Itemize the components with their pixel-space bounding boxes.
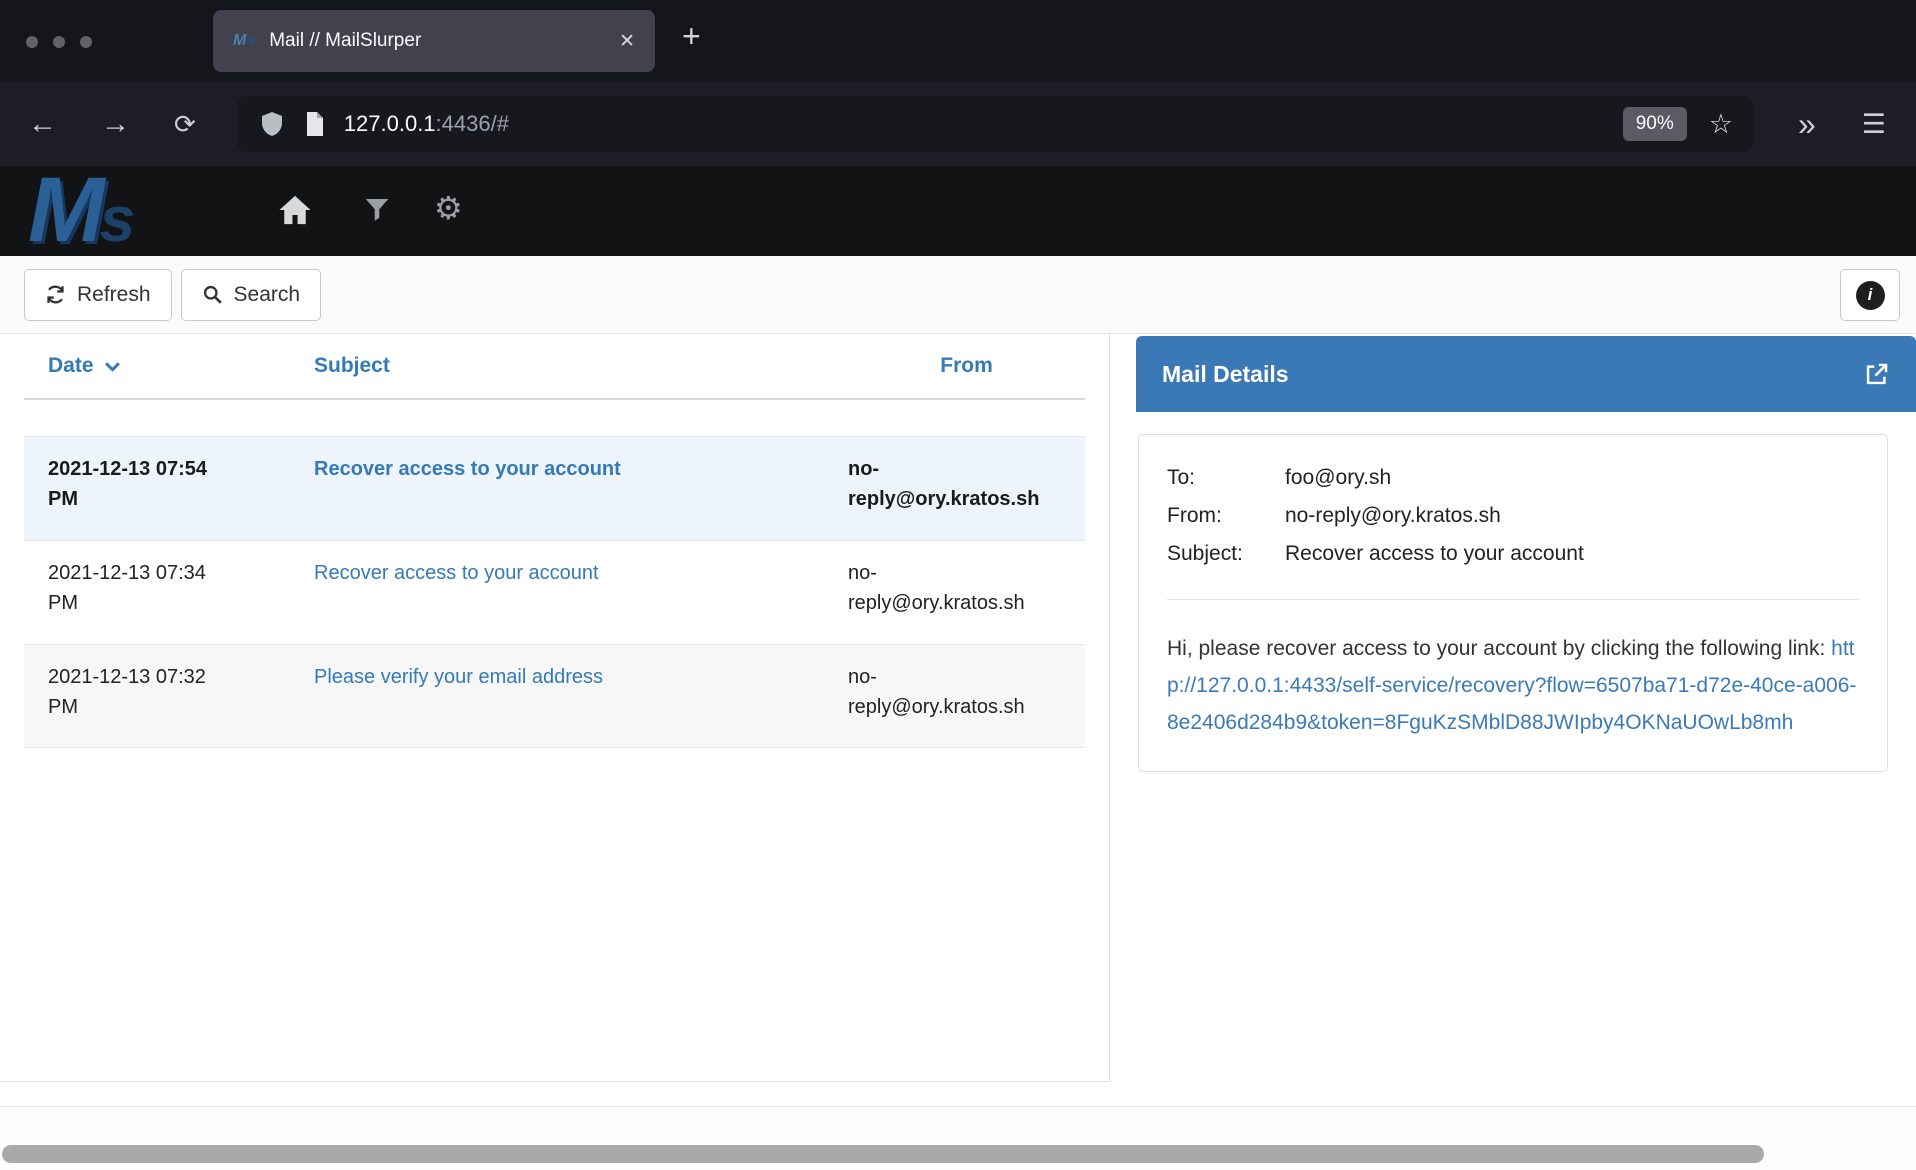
horizontal-scrollbar-thumb[interactable] [2, 1145, 1764, 1163]
mail-details-title: Mail Details [1162, 361, 1289, 388]
main-content: Date Subject From 2021-12-13 07:54 PM Re… [0, 334, 1916, 1170]
open-external-icon[interactable] [1863, 361, 1890, 388]
reload-button[interactable]: ⟳ [174, 111, 196, 137]
horizontal-scrollbar-track[interactable] [0, 1106, 1916, 1170]
bookmark-star-icon[interactable]: ☆ [1709, 109, 1733, 140]
mail-meta-subject: Subject: Recover access to your account [1167, 535, 1859, 573]
browser-tab[interactable]: Ms Mail // MailSlurper ✕ [213, 10, 655, 72]
mail-row-subject: Recover access to your account [314, 558, 848, 644]
table-spacer [0, 400, 1109, 436]
mail-meta-from: From: no-reply@ory.kratos.sh [1167, 497, 1859, 535]
tab-title: Mail // MailSlurper [269, 30, 619, 52]
mail-row[interactable]: 2021-12-13 07:32 PM Please verify your e… [24, 644, 1085, 748]
mailslurper-logo: Ms [28, 158, 130, 263]
app-toolbar: Refresh Search i [0, 256, 1916, 334]
to-value: foo@ory.sh [1285, 459, 1859, 497]
back-button[interactable]: ← [28, 110, 57, 139]
mail-subject-link[interactable]: Please verify your email address [314, 666, 603, 688]
sort-descending-chevron-icon [104, 361, 121, 372]
search-button[interactable]: Search [181, 269, 322, 321]
browser-navbar: ← → ⟳ 127.0.0.1:4436/# 90% ☆ » ☰ [0, 82, 1916, 166]
url-text[interactable]: 127.0.0.1:4436/# [344, 111, 1623, 137]
tab-strip: Ms Mail // MailSlurper ✕ + [0, 0, 1916, 82]
column-header-date[interactable]: Date [48, 354, 314, 378]
forward-button[interactable]: → [101, 110, 130, 139]
home-icon[interactable] [278, 194, 312, 226]
column-header-from[interactable]: From [848, 354, 1085, 378]
mail-row-date: 2021-12-13 07:54 PM [48, 454, 226, 540]
url-bar[interactable]: 127.0.0.1:4436/# 90% ☆ [238, 96, 1753, 152]
filter-icon[interactable] [362, 194, 392, 224]
mail-row[interactable]: 2021-12-13 07:54 PM Recover access to yo… [24, 436, 1085, 540]
mail-table-header: Date Subject From [24, 334, 1085, 400]
window-controls[interactable] [26, 36, 92, 48]
mail-row-from: no-reply@ory.kratos.sh [848, 662, 1053, 747]
overflow-chevrons-icon[interactable]: » [1798, 106, 1816, 143]
mailslurper-favicon-icon: Ms [233, 32, 255, 50]
mail-list-panel: Date Subject From 2021-12-13 07:54 PM Re… [0, 334, 1110, 1082]
to-label: To: [1167, 459, 1285, 497]
refresh-icon [45, 284, 66, 305]
browser-window: Ms Mail // MailSlurper ✕ + ← → ⟳ 127.0.0… [0, 0, 1916, 1170]
mailslurper-header: Ms ⚙ [0, 166, 1916, 256]
search-icon [202, 284, 223, 305]
column-header-subject[interactable]: Subject [314, 354, 848, 378]
subject-label: Subject: [1167, 535, 1285, 573]
details-divider [1167, 599, 1859, 600]
mail-row-date: 2021-12-13 07:34 PM [48, 558, 226, 644]
from-label: From: [1167, 497, 1285, 535]
mail-body-text: Hi, please recover access to your accoun… [1167, 637, 1831, 660]
new-tab-button[interactable]: + [682, 18, 701, 55]
refresh-button[interactable]: Refresh [24, 269, 172, 321]
from-value: no-reply@ory.kratos.sh [1285, 497, 1859, 535]
page-info-icon[interactable] [304, 111, 326, 137]
mail-row-subject: Please verify your email address [314, 662, 848, 747]
mail-subject-link[interactable]: Recover access to your account [314, 458, 621, 480]
mail-row-date: 2021-12-13 07:32 PM [48, 662, 226, 747]
mail-row-subject: Recover access to your account [314, 454, 848, 540]
mail-body: Hi, please recover access to your accoun… [1167, 630, 1859, 741]
mail-row[interactable]: 2021-12-13 07:34 PM Recover access to yo… [24, 540, 1085, 644]
mail-details-panel: Mail Details To: foo@ory.sh From: no-rep… [1136, 336, 1916, 772]
mail-row-from: no-reply@ory.kratos.sh [848, 558, 1053, 644]
refresh-button-label: Refresh [77, 283, 151, 307]
mail-subject-link[interactable]: Recover access to your account [314, 562, 599, 584]
info-button[interactable]: i [1840, 269, 1900, 321]
mail-meta-to: To: foo@ory.sh [1167, 459, 1859, 497]
subject-value: Recover access to your account [1285, 535, 1859, 573]
settings-gear-icon[interactable]: ⚙ [434, 192, 463, 224]
zoom-level-badge[interactable]: 90% [1623, 107, 1687, 141]
mail-row-from: no-reply@ory.kratos.sh [848, 454, 1053, 540]
info-icon: i [1856, 281, 1885, 310]
shield-icon[interactable] [260, 111, 284, 137]
search-button-label: Search [234, 283, 301, 307]
hamburger-menu-icon[interactable]: ☰ [1862, 109, 1886, 140]
tab-close-icon[interactable]: ✕ [619, 30, 635, 53]
mail-details-card: To: foo@ory.sh From: no-reply@ory.kratos… [1138, 434, 1888, 772]
mail-details-header: Mail Details [1136, 336, 1916, 412]
